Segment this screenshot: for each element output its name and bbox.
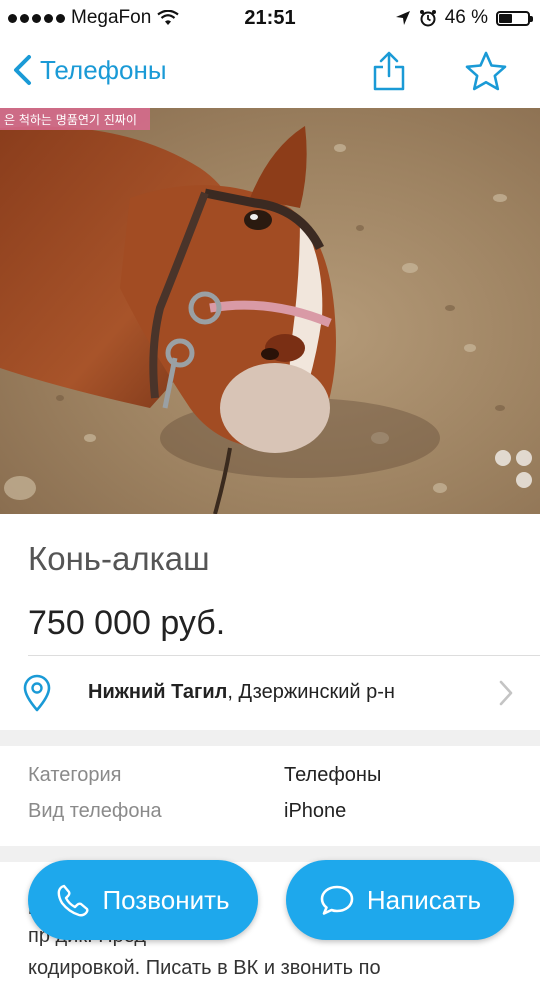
- star-icon[interactable]: [464, 50, 508, 94]
- location-arrow-icon: [395, 11, 410, 25]
- property-label-category: Категория: [28, 764, 122, 786]
- property-value-category: Телефоны: [284, 764, 382, 786]
- horse-photo-image: 은 척하는 명품연기 진짜이: [0, 108, 540, 514]
- listing-photo[interactable]: 은 척하는 명품연기 진짜이: [0, 108, 540, 514]
- location-city: Нижний Тагил: [88, 681, 228, 703]
- status-right: 46 %: [395, 7, 533, 29]
- call-button-label: Позвонить: [102, 884, 230, 915]
- chevron-left-icon: [14, 55, 31, 85]
- location-row[interactable]: Нижний Тагил, Дзержинский р-н: [0, 656, 540, 730]
- section-separator: [0, 730, 540, 746]
- property-label-phone-type: Вид телефона: [28, 800, 162, 822]
- chat-bubble-icon: [320, 885, 354, 915]
- photo-caption-overlay: 은 척하는 명품연기 진짜이: [4, 113, 137, 127]
- battery-percent: 46 %: [444, 7, 488, 28]
- location-district: , Дзержинский р-н: [227, 681, 395, 703]
- description-line: кодировкой. Писать в ВК и звонить по: [28, 957, 381, 979]
- battery-icon: [496, 10, 533, 26]
- write-message-button[interactable]: Написать: [286, 860, 514, 940]
- write-button-label: Написать: [366, 884, 482, 915]
- phone-icon: [58, 884, 89, 917]
- back-button[interactable]: Телефоны: [12, 54, 167, 86]
- status-bar: MegaFon 21:51 46 %: [0, 0, 540, 36]
- listing-title: Конь-алкаш: [28, 540, 210, 577]
- call-button[interactable]: Позвонить: [28, 860, 258, 940]
- location-text: Нижний Тагил, Дзержинский р-н: [88, 681, 395, 704]
- navigation-bar: Телефоны: [0, 36, 540, 108]
- map-pin-icon: [23, 674, 51, 712]
- back-label: Телефоны: [40, 54, 167, 85]
- chevron-right-icon: [499, 680, 513, 706]
- property-value-phone-type: iPhone: [284, 800, 347, 822]
- alarm-icon: [419, 10, 436, 27]
- share-icon[interactable]: [368, 50, 410, 92]
- listing-price: 750 000 руб.: [28, 604, 226, 642]
